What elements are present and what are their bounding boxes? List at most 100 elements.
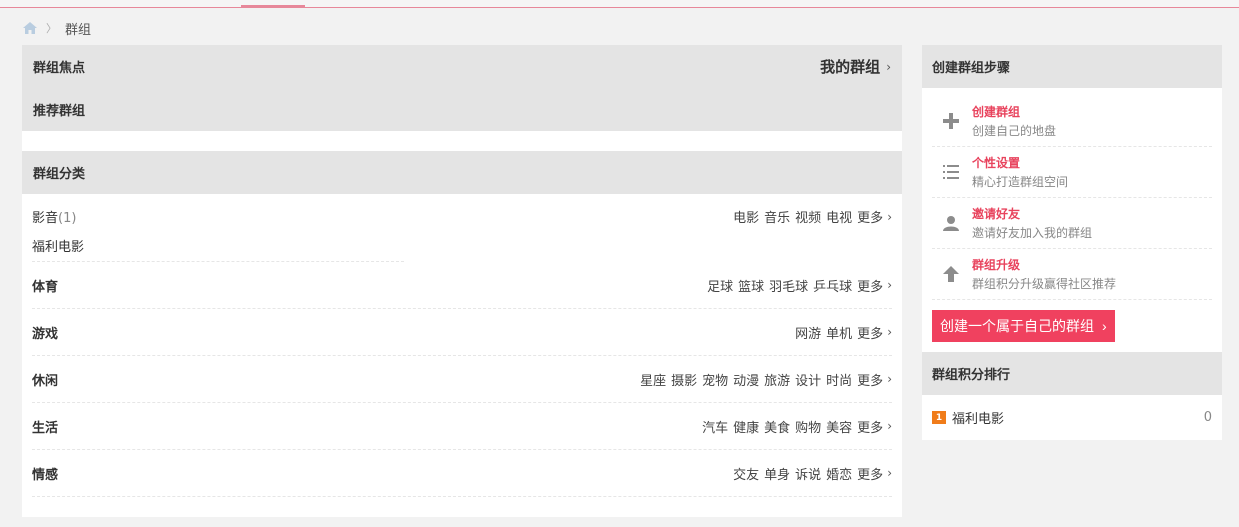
main-panel: 群组焦点 我的群组 › 推荐群组 群组分类 影音(1) 福利电影 电影 音乐 视… (22, 45, 902, 517)
tag-link[interactable]: 单机 (826, 323, 852, 342)
category-tags: 电影 音乐 视频 电视 更多 › (733, 207, 892, 227)
category-name[interactable]: 休闲 (32, 370, 58, 389)
category-row-xiuxian: 休闲 星座 摄影 宠物 动漫 旅游 设计 时尚 更多 › (32, 356, 892, 403)
sub-group-link[interactable]: 福利电影 (32, 236, 84, 255)
my-groups-link[interactable]: 我的群组 › (820, 56, 891, 77)
tag-link[interactable]: 动漫 (733, 370, 759, 389)
tag-link[interactable]: 篮球 (738, 276, 764, 295)
more-label: 更多 (857, 420, 884, 436)
tag-link[interactable]: 星座 (640, 370, 666, 389)
step-upgrade-group: 群组升级 群组积分升级赢得社区推荐 (932, 249, 1212, 300)
user-icon (942, 214, 960, 232)
create-group-button[interactable]: 创建一个属于自己的群组 › (932, 310, 1115, 342)
step-desc: 邀请好友加入我的群组 (972, 226, 1093, 240)
arrow-up-icon (942, 265, 960, 283)
ranking-header: 群组积分排行 (922, 352, 1222, 395)
tag-link[interactable]: 健康 (733, 417, 759, 436)
category-tags: 网游 单机 更多 › (795, 323, 892, 342)
tag-link[interactable]: 电视 (826, 207, 852, 226)
category-name[interactable]: 影音(1) (32, 207, 84, 226)
tag-link[interactable]: 羽毛球 (769, 276, 808, 295)
tag-link[interactable]: 汽车 (702, 417, 728, 436)
tag-link[interactable]: 电影 (733, 207, 759, 226)
chevron-right-icon: › (886, 59, 891, 74)
step-title[interactable]: 个性设置 (972, 154, 1068, 171)
tag-link[interactable]: 网游 (795, 323, 821, 342)
tag-link[interactable]: 美容 (826, 417, 852, 436)
category-row-qinggan: 情感 交友 单身 诉说 婚恋 更多 › (32, 450, 892, 497)
category-row-tiyu: 体育 足球 篮球 羽毛球 乒乓球 更多 › (32, 262, 892, 309)
tag-link[interactable]: 宠物 (702, 370, 728, 389)
more-link[interactable]: 更多 › (857, 370, 892, 389)
chevron-right-icon: › (887, 325, 892, 339)
category-tags: 交友 单身 诉说 婚恋 更多 › (733, 464, 892, 483)
home-icon[interactable] (22, 21, 38, 35)
category-list: 影音(1) 福利电影 电影 音乐 视频 电视 更多 › 体育 足球 篮球 羽毛球 … (22, 194, 902, 497)
chevron-right-icon: › (1102, 318, 1107, 334)
step-title[interactable]: 创建群组 (972, 103, 1056, 120)
create-steps-list: 创建群组 创建自己的地盘 个性设置 精心打造群组空间 邀请好友 邀请好友加入我的… (922, 88, 1222, 352)
category-name[interactable]: 体育 (32, 276, 58, 295)
category-name-text: 影音 (32, 211, 59, 226)
more-label: 更多 (857, 373, 884, 389)
tag-link[interactable]: 单身 (764, 464, 790, 483)
tag-link[interactable]: 婚恋 (826, 464, 852, 483)
more-link[interactable]: 更多 › (857, 207, 892, 227)
category-name[interactable]: 游戏 (32, 323, 58, 342)
tag-link[interactable]: 乒乓球 (813, 276, 852, 295)
ranking-score: 0 (1203, 410, 1212, 425)
tag-link[interactable]: 美食 (764, 417, 790, 436)
step-personalize: 个性设置 精心打造群组空间 (932, 147, 1212, 198)
recommend-content (22, 131, 902, 151)
step-title[interactable]: 群组升级 (972, 256, 1116, 273)
category-name[interactable]: 生活 (32, 417, 58, 436)
create-group-button-label: 创建一个属于自己的群组 (940, 318, 1094, 334)
step-title[interactable]: 邀请好友 (972, 205, 1092, 222)
chevron-right-icon: 〉 (46, 22, 57, 35)
top-nav-bar (0, 0, 1239, 8)
more-link[interactable]: 更多 › (857, 464, 892, 483)
chevron-right-icon: › (887, 209, 892, 224)
plus-icon (942, 112, 960, 130)
chevron-right-icon: › (887, 466, 892, 480)
rank-badge: 1 (932, 411, 946, 424)
tag-link[interactable]: 视频 (795, 207, 821, 226)
category-section-header: 群组分类 (22, 151, 902, 194)
focus-section-header: 群组焦点 我的群组 › (22, 45, 902, 88)
step-desc: 精心打造群组空间 (972, 175, 1069, 189)
more-link[interactable]: 更多 › (857, 417, 892, 436)
more-label: 更多 (857, 211, 884, 226)
focus-title: 群组焦点 (33, 61, 86, 76)
active-nav-tab-indicator (241, 5, 305, 8)
list-icon (942, 163, 960, 181)
tag-link[interactable]: 诉说 (795, 464, 821, 483)
category-name[interactable]: 情感 (32, 464, 58, 483)
chevron-right-icon: › (887, 278, 892, 292)
create-steps-title: 创建群组步骤 (932, 61, 1011, 76)
recommend-section-header: 推荐群组 (22, 88, 902, 131)
create-steps-header: 创建群组步骤 (922, 45, 1222, 88)
ranking-block: 群组积分排行 1 福利电影 0 (922, 352, 1222, 440)
tag-link[interactable]: 音乐 (764, 207, 790, 226)
more-link[interactable]: 更多 › (857, 276, 892, 295)
tag-link[interactable]: 足球 (707, 276, 733, 295)
tag-link[interactable]: 时尚 (826, 370, 852, 389)
more-label: 更多 (857, 326, 884, 342)
step-desc: 创建自己的地盘 (972, 124, 1057, 138)
breadcrumb: 〉 群组 (22, 18, 91, 38)
category-tags: 足球 篮球 羽毛球 乒乓球 更多 › (707, 276, 892, 295)
category-title: 群组分类 (33, 167, 86, 182)
category-tags: 星座 摄影 宠物 动漫 旅游 设计 时尚 更多 › (640, 370, 892, 389)
chevron-right-icon: › (887, 419, 892, 433)
tag-link[interactable]: 交友 (733, 464, 759, 483)
tag-link[interactable]: 摄影 (671, 370, 697, 389)
more-link[interactable]: 更多 › (857, 323, 892, 342)
category-row-shenghuo: 生活 汽车 健康 美食 购物 美容 更多 › (32, 403, 892, 450)
step-desc: 群组积分升级赢得社区推荐 (972, 277, 1117, 291)
recommend-title: 推荐群组 (33, 104, 86, 119)
tag-link[interactable]: 旅游 (764, 370, 790, 389)
tag-link[interactable]: 购物 (795, 417, 821, 436)
step-invite-friends: 邀请好友 邀请好友加入我的群组 (932, 198, 1212, 249)
tag-link[interactable]: 设计 (795, 370, 821, 389)
ranking-group-link[interactable]: 福利电影 (952, 408, 1004, 427)
